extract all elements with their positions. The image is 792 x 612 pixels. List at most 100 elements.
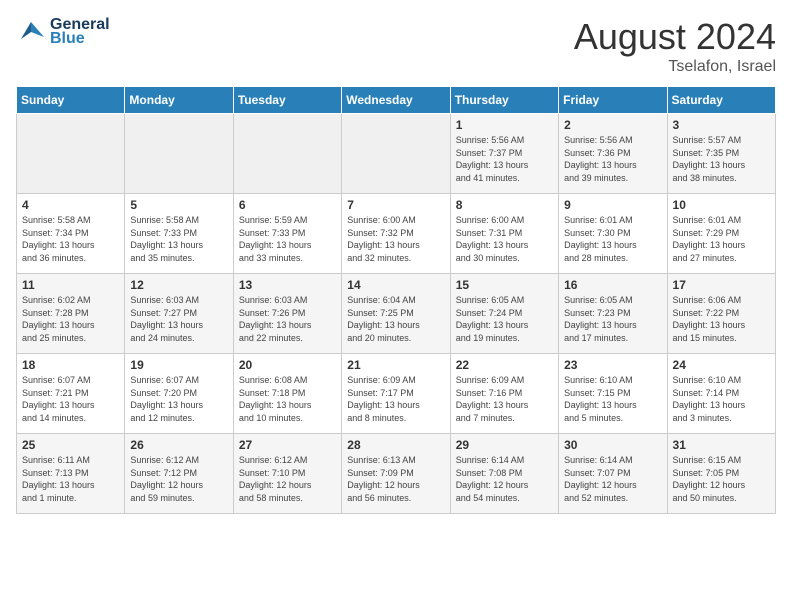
title-block: August 2024 Tselafon, Israel [574, 16, 776, 76]
calendar-cell [233, 114, 341, 194]
day-info: Sunrise: 6:14 AM Sunset: 7:08 PM Dayligh… [456, 454, 553, 504]
calendar-body: 1 Sunrise: 5:56 AM Sunset: 7:37 PM Daylig… [17, 114, 776, 514]
day-number: 12 [130, 278, 227, 292]
day-info: Sunrise: 5:58 AM Sunset: 7:33 PM Dayligh… [130, 214, 227, 264]
day-number: 17 [673, 278, 770, 292]
day-info: Sunrise: 6:03 AM Sunset: 7:26 PM Dayligh… [239, 294, 336, 344]
day-number: 8 [456, 198, 553, 212]
calendar-cell: 15 Sunrise: 6:05 AM Sunset: 7:24 PM Dayli… [450, 274, 558, 354]
calendar-cell: 31 Sunrise: 6:15 AM Sunset: 7:05 PM Dayli… [667, 434, 775, 514]
day-number: 11 [22, 278, 119, 292]
day-number: 10 [673, 198, 770, 212]
day-number: 19 [130, 358, 227, 372]
calendar-cell: 26Sunrise: 6:12 AM Sunset: 7:12 PM Dayli… [125, 434, 233, 514]
day-number: 29 [456, 438, 553, 452]
calendar-cell: 4 Sunrise: 5:58 AM Sunset: 7:34 PM Daylig… [17, 194, 125, 274]
day-info: Sunrise: 6:07 AM Sunset: 7:20 PM Dayligh… [130, 374, 227, 424]
day-number: 28 [347, 438, 444, 452]
day-info: Sunrise: 5:59 AM Sunset: 7:33 PM Dayligh… [239, 214, 336, 264]
week-row-1: 4 Sunrise: 5:58 AM Sunset: 7:34 PM Daylig… [17, 194, 776, 274]
calendar-cell: 14Sunrise: 6:04 AM Sunset: 7:25 PM Dayli… [342, 274, 450, 354]
day-number: 9 [564, 198, 661, 212]
calendar-cell: 2Sunrise: 5:56 AM Sunset: 7:36 PM Daylig… [559, 114, 667, 194]
calendar-cell [17, 114, 125, 194]
month-year: August 2024 [574, 16, 776, 58]
header-day-friday: Friday [559, 87, 667, 114]
calendar-cell: 18Sunrise: 6:07 AM Sunset: 7:21 PM Dayli… [17, 354, 125, 434]
header-day-saturday: Saturday [667, 87, 775, 114]
calendar-cell: 16Sunrise: 6:05 AM Sunset: 7:23 PM Dayli… [559, 274, 667, 354]
day-number: 3 [673, 118, 770, 132]
day-info: Sunrise: 6:09 AM Sunset: 7:17 PM Dayligh… [347, 374, 444, 424]
calendar-cell: 8 Sunrise: 6:00 AM Sunset: 7:31 PM Daylig… [450, 194, 558, 274]
calendar-cell [342, 114, 450, 194]
day-number: 2 [564, 118, 661, 132]
logo-text: General Blue [50, 16, 110, 48]
day-info: Sunrise: 6:10 AM Sunset: 7:14 PM Dayligh… [673, 374, 770, 424]
day-number: 25 [22, 438, 119, 452]
day-info: Sunrise: 6:13 AM Sunset: 7:09 PM Dayligh… [347, 454, 444, 504]
day-info: Sunrise: 6:04 AM Sunset: 7:25 PM Dayligh… [347, 294, 444, 344]
day-number: 31 [673, 438, 770, 452]
day-number: 20 [239, 358, 336, 372]
day-info: Sunrise: 6:15 AM Sunset: 7:05 PM Dayligh… [673, 454, 770, 504]
day-info: Sunrise: 6:02 AM Sunset: 7:28 PM Dayligh… [22, 294, 119, 344]
calendar-cell: 6Sunrise: 5:59 AM Sunset: 7:33 PM Daylig… [233, 194, 341, 274]
header-day-thursday: Thursday [450, 87, 558, 114]
calendar-cell: 27Sunrise: 6:12 AM Sunset: 7:10 PM Dayli… [233, 434, 341, 514]
day-number: 15 [456, 278, 553, 292]
calendar-cell: 7Sunrise: 6:00 AM Sunset: 7:32 PM Daylig… [342, 194, 450, 274]
calendar-table: SundayMondayTuesdayWednesdayThursdayFrid… [16, 86, 776, 514]
day-number: 4 [22, 198, 119, 212]
day-info: Sunrise: 6:07 AM Sunset: 7:21 PM Dayligh… [22, 374, 119, 424]
day-number: 22 [456, 358, 553, 372]
day-info: Sunrise: 6:10 AM Sunset: 7:15 PM Dayligh… [564, 374, 661, 424]
calendar-cell: 17 Sunrise: 6:06 AM Sunset: 7:22 PM Dayli… [667, 274, 775, 354]
day-number: 24 [673, 358, 770, 372]
calendar-cell: 12 Sunrise: 6:03 AM Sunset: 7:27 PM Dayli… [125, 274, 233, 354]
header-row: SundayMondayTuesdayWednesdayThursdayFrid… [17, 87, 776, 114]
day-info: Sunrise: 6:01 AM Sunset: 7:30 PM Dayligh… [564, 214, 661, 264]
calendar-header: SundayMondayTuesdayWednesdayThursdayFrid… [17, 87, 776, 114]
page-header: General Blue August 2024 Tselafon, Israe… [16, 16, 776, 76]
day-info: Sunrise: 5:58 AM Sunset: 7:34 PM Dayligh… [22, 214, 119, 264]
calendar-cell: 9 Sunrise: 6:01 AM Sunset: 7:30 PM Daylig… [559, 194, 667, 274]
calendar-cell: 25Sunrise: 6:11 AM Sunset: 7:13 PM Dayli… [17, 434, 125, 514]
header-day-monday: Monday [125, 87, 233, 114]
logo-icon [16, 17, 46, 47]
day-info: Sunrise: 6:01 AM Sunset: 7:29 PM Dayligh… [673, 214, 770, 264]
day-number: 5 [130, 198, 227, 212]
day-number: 7 [347, 198, 444, 212]
calendar-cell: 28 Sunrise: 6:13 AM Sunset: 7:09 PM Dayli… [342, 434, 450, 514]
day-info: Sunrise: 6:05 AM Sunset: 7:24 PM Dayligh… [456, 294, 553, 344]
day-info: Sunrise: 6:00 AM Sunset: 7:31 PM Dayligh… [456, 214, 553, 264]
header-day-wednesday: Wednesday [342, 87, 450, 114]
day-info: Sunrise: 6:08 AM Sunset: 7:18 PM Dayligh… [239, 374, 336, 424]
day-number: 13 [239, 278, 336, 292]
day-number: 27 [239, 438, 336, 452]
calendar-cell: 22Sunrise: 6:09 AM Sunset: 7:16 PM Dayli… [450, 354, 558, 434]
week-row-0: 1 Sunrise: 5:56 AM Sunset: 7:37 PM Daylig… [17, 114, 776, 194]
calendar-cell: 5 Sunrise: 5:58 AM Sunset: 7:33 PM Daylig… [125, 194, 233, 274]
day-number: 23 [564, 358, 661, 372]
day-info: Sunrise: 6:06 AM Sunset: 7:22 PM Dayligh… [673, 294, 770, 344]
calendar-cell [125, 114, 233, 194]
calendar-cell: 11 Sunrise: 6:02 AM Sunset: 7:28 PM Dayli… [17, 274, 125, 354]
day-info: Sunrise: 5:56 AM Sunset: 7:37 PM Dayligh… [456, 134, 553, 184]
calendar-cell: 13 Sunrise: 6:03 AM Sunset: 7:26 PM Dayli… [233, 274, 341, 354]
calendar-cell: 1 Sunrise: 5:56 AM Sunset: 7:37 PM Daylig… [450, 114, 558, 194]
day-info: Sunrise: 5:57 AM Sunset: 7:35 PM Dayligh… [673, 134, 770, 184]
day-info: Sunrise: 6:05 AM Sunset: 7:23 PM Dayligh… [564, 294, 661, 344]
day-number: 30 [564, 438, 661, 452]
calendar-cell: 21Sunrise: 6:09 AM Sunset: 7:17 PM Dayli… [342, 354, 450, 434]
day-info: Sunrise: 6:03 AM Sunset: 7:27 PM Dayligh… [130, 294, 227, 344]
week-row-3: 18Sunrise: 6:07 AM Sunset: 7:21 PM Dayli… [17, 354, 776, 434]
calendar-cell: 23 Sunrise: 6:10 AM Sunset: 7:15 PM Dayli… [559, 354, 667, 434]
week-row-2: 11 Sunrise: 6:02 AM Sunset: 7:28 PM Dayli… [17, 274, 776, 354]
day-number: 26 [130, 438, 227, 452]
day-number: 1 [456, 118, 553, 132]
location: Tselafon, Israel [574, 58, 776, 76]
week-row-4: 25Sunrise: 6:11 AM Sunset: 7:13 PM Dayli… [17, 434, 776, 514]
day-info: Sunrise: 6:14 AM Sunset: 7:07 PM Dayligh… [564, 454, 661, 504]
calendar-cell: 29 Sunrise: 6:14 AM Sunset: 7:08 PM Dayli… [450, 434, 558, 514]
